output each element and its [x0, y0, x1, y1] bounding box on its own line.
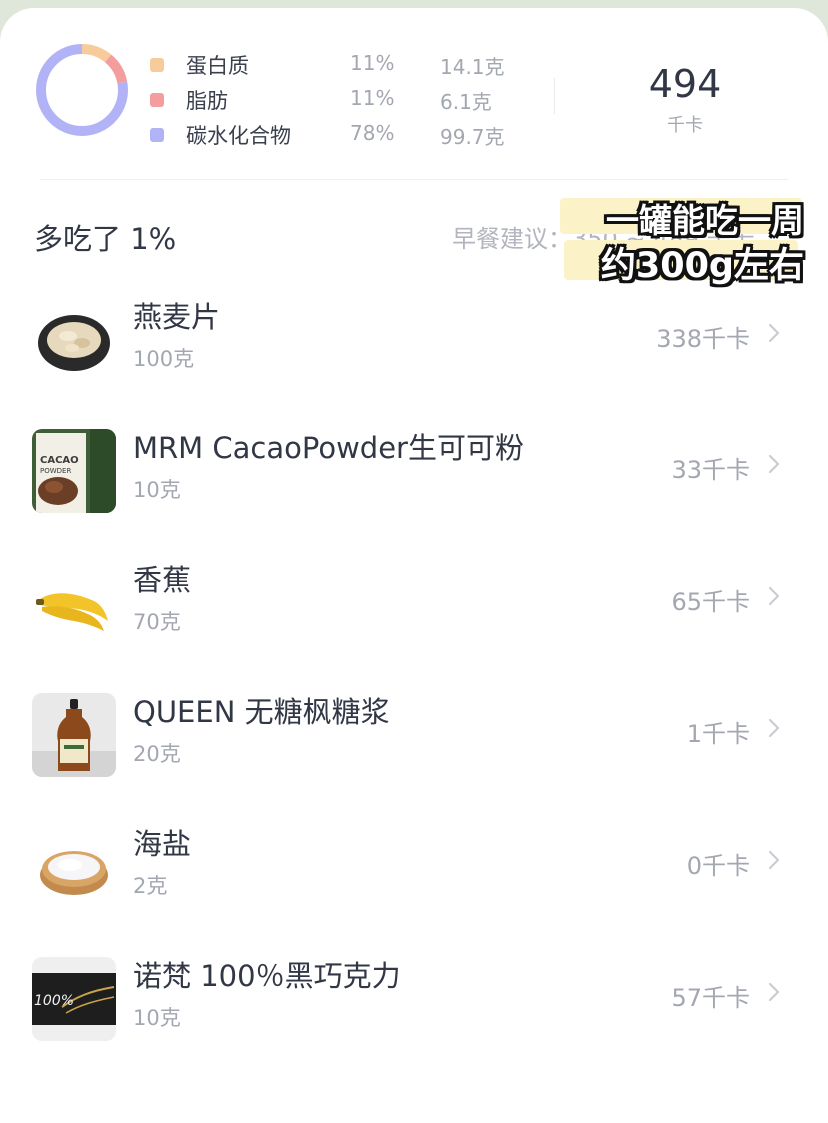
food-amount: 10克 — [133, 478, 181, 502]
food-amount: 20克 — [133, 742, 181, 766]
section-divider — [40, 179, 788, 180]
food-amount: 10克 — [133, 1006, 181, 1030]
food-name: 燕麦片 — [133, 300, 221, 334]
chevron-right-icon — [768, 454, 780, 474]
total-kcal-value: 494 — [648, 62, 722, 106]
food-kcal: 33千卡 — [671, 456, 750, 484]
food-kcal: 57千卡 — [671, 984, 750, 1012]
food-name: 海盐 — [133, 827, 192, 861]
chevron-right-icon — [768, 718, 780, 738]
legend-label: 碳水化合物 — [186, 124, 291, 148]
sticker-line-1: 一罐能吃一周 — [606, 201, 804, 240]
chevron-right-icon — [768, 586, 780, 606]
food-kcal: 0千卡 — [686, 852, 750, 880]
summary-divider — [554, 78, 555, 114]
chevron-right-icon — [768, 323, 780, 343]
total-kcal-unit: 千卡 — [667, 115, 703, 136]
food-name: 香蕉 — [133, 563, 192, 597]
cacao-label: CACAO — [40, 455, 79, 466]
food-item-sea-salt[interactable]: 海盐 2克 0千卡 — [0, 819, 828, 929]
banana-image — [32, 561, 116, 645]
cacao-powder-image: CACAO POWDER — [32, 429, 116, 513]
over-percent-label: 多吃了 1% — [34, 222, 177, 256]
food-kcal: 65千卡 — [671, 588, 750, 616]
food-amount: 2克 — [133, 874, 168, 898]
legend-protein: 蛋白质 11% 14.1克 — [150, 48, 530, 82]
protein-color-swatch — [150, 58, 164, 72]
legend-percent: 11% — [350, 86, 395, 110]
legend-amount: 99.7克 — [440, 125, 505, 149]
maple-syrup-image — [32, 693, 116, 777]
food-amount: 100克 — [133, 347, 195, 371]
food-amount: 70克 — [133, 610, 181, 634]
oats-image — [32, 298, 116, 382]
legend-fat: 脂肪 11% 6.1克 — [150, 83, 530, 117]
legend-carbs: 碳水化合物 78% 99.7克 — [150, 118, 530, 152]
fat-color-swatch — [150, 93, 164, 107]
food-item-maple-syrup[interactable]: QUEEN 无糖枫糖浆 20克 1千卡 — [0, 687, 828, 797]
food-item-oats[interactable]: 燕麦片 100克 338千卡 — [0, 292, 828, 402]
food-name: MRM CacaoPowder生可可粉 — [133, 431, 524, 465]
legend-amount: 6.1克 — [440, 90, 492, 114]
food-item-banana[interactable]: 香蕉 70克 65千卡 — [0, 555, 828, 665]
cacao-sublabel: POWDER — [40, 467, 71, 475]
sea-salt-image — [32, 825, 116, 909]
legend-percent: 11% — [350, 51, 395, 75]
dark-chocolate-image: 100% — [32, 957, 116, 1041]
food-name: QUEEN 无糖枫糖浆 — [133, 695, 390, 729]
food-kcal: 1千卡 — [686, 720, 750, 748]
legend-amount: 14.1克 — [440, 55, 505, 79]
macro-donut-chart — [36, 44, 128, 136]
legend-label: 蛋白质 — [186, 54, 249, 78]
chevron-right-icon — [768, 850, 780, 870]
food-kcal: 338千卡 — [656, 325, 750, 353]
meal-card: 蛋白质 11% 14.1克 脂肪 11% 6.1克 碳水化合物 78% 99.7… — [0, 8, 828, 1123]
legend-label: 脂肪 — [186, 89, 228, 113]
chocolate-label: 100% — [34, 993, 74, 1009]
legend-percent: 78% — [350, 121, 395, 145]
food-item-dark-chocolate[interactable]: 100% 诺梵 100％黑巧克力 10克 57千卡 — [0, 951, 828, 1061]
food-item-cacao-powder[interactable]: CACAO POWDER MRM CacaoPowder生可可粉 10克 33千… — [0, 423, 828, 533]
carbs-color-swatch — [150, 128, 164, 142]
chevron-right-icon — [768, 982, 780, 1002]
food-name: 诺梵 100％黑巧克力 — [133, 959, 401, 993]
sticker-line-2: 约300g左右 — [600, 246, 804, 286]
